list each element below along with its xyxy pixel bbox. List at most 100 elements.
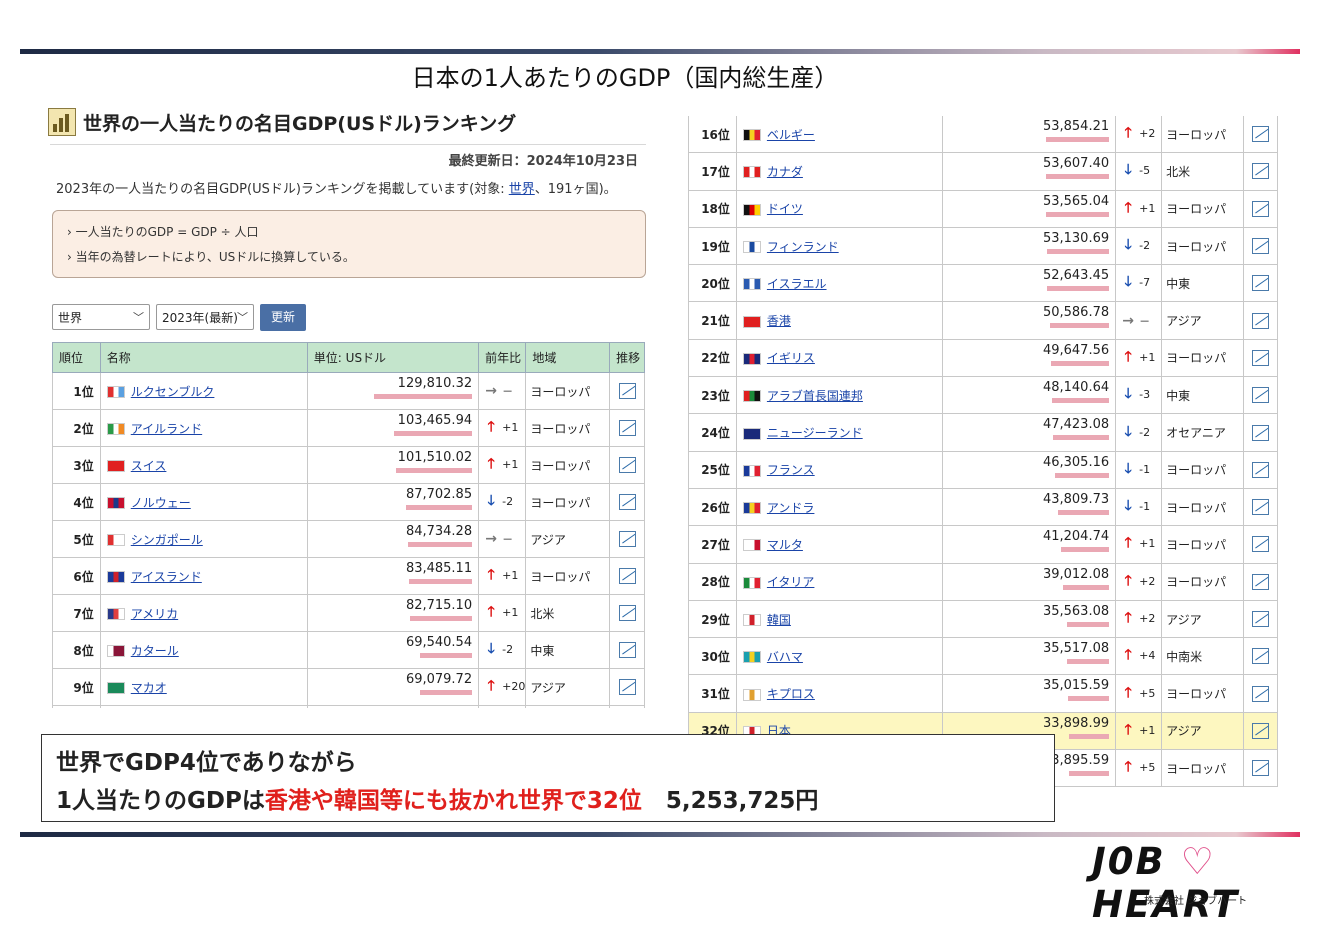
- gdp-value: 48,140.64: [1042, 380, 1110, 396]
- country-link[interactable]: フランス: [767, 463, 815, 477]
- line-chart-icon[interactable]: [1252, 760, 1270, 777]
- line-chart-icon[interactable]: [618, 605, 636, 621]
- rank-cell: 31位: [688, 674, 737, 713]
- gdp-value: 69,540.54: [405, 635, 473, 650]
- country-link[interactable]: カナダ: [767, 165, 803, 179]
- line-chart-icon[interactable]: [618, 457, 636, 473]
- rank-change: -3: [1139, 388, 1151, 402]
- country-link[interactable]: アイルランド: [131, 422, 202, 436]
- region-cell: ヨーロッパ: [525, 705, 611, 708]
- country-link[interactable]: フィンランド: [767, 240, 839, 254]
- table-row: 31位 キプロス 35,015.59 🡑 +5 ヨーロッパ: [688, 674, 1278, 713]
- line-chart-icon[interactable]: [1252, 499, 1270, 516]
- trend-cell: [1243, 525, 1278, 564]
- table-row: 25位 フランス 46,305.16 🡓 -1 ヨーロッパ: [688, 451, 1278, 489]
- country-link[interactable]: 韓国: [767, 613, 791, 627]
- country-link[interactable]: マカオ: [131, 681, 167, 695]
- line-chart-icon[interactable]: [618, 568, 636, 584]
- region-cell: 中東: [1161, 376, 1245, 415]
- value-bar: [1067, 659, 1110, 665]
- flag-icon: [742, 390, 761, 403]
- country-link[interactable]: イタリア: [767, 575, 815, 589]
- header-rank[interactable]: 順位: [52, 342, 101, 373]
- line-chart-icon[interactable]: [618, 494, 636, 510]
- country-link[interactable]: カタール: [131, 644, 179, 658]
- country-link[interactable]: スイス: [131, 459, 167, 473]
- line-chart-icon[interactable]: [618, 383, 636, 399]
- country-link[interactable]: シンガポール: [131, 533, 203, 547]
- line-chart-icon[interactable]: [1252, 349, 1270, 366]
- table-row: 18位 ドイツ 53,565.04 🡑 +1 ヨーロッパ: [688, 190, 1278, 228]
- country-link[interactable]: ドイツ: [767, 202, 803, 216]
- country-link[interactable]: アンドラ: [767, 501, 815, 515]
- gdp-value: 53,565.04: [1042, 193, 1110, 209]
- country-link[interactable]: マルタ: [767, 538, 803, 552]
- world-link[interactable]: 世界: [509, 182, 535, 197]
- line-chart-icon[interactable]: [618, 420, 636, 436]
- region-cell: 北米: [1161, 152, 1245, 191]
- header-region[interactable]: 地域: [525, 342, 611, 373]
- trend-cell: [1243, 451, 1278, 489]
- line-chart-icon[interactable]: [1252, 461, 1270, 478]
- line-chart-icon[interactable]: [1252, 238, 1270, 255]
- country-link[interactable]: アラブ首長国連邦: [767, 389, 863, 403]
- line-chart-icon[interactable]: [1252, 573, 1270, 590]
- line-chart-icon[interactable]: [1252, 424, 1270, 441]
- table-row: 29位 韓国 35,563.08 🡑 +2 アジア: [688, 600, 1278, 639]
- country-link[interactable]: イギリス: [767, 351, 815, 365]
- arrow-down-icon: 🡓: [1124, 498, 1132, 515]
- line-chart-icon[interactable]: [1252, 200, 1270, 217]
- line-chart-icon[interactable]: [618, 642, 636, 658]
- value-bar: [394, 431, 473, 436]
- line-chart-icon[interactable]: [1252, 722, 1270, 739]
- arrow-down-icon: 🡓: [1124, 386, 1132, 403]
- country-link[interactable]: アイスランド: [131, 570, 202, 584]
- region-select[interactable]: 世界 ﹀: [52, 304, 150, 330]
- desc-text-pre: 2023年の一人当たりの名目GDP(USドル)ランキングを掲載しています(対象:: [56, 182, 509, 197]
- trend-cell: [1243, 674, 1278, 713]
- year-select[interactable]: 2023年(最新) ﹀: [156, 304, 254, 330]
- trend-cell: [1243, 264, 1278, 303]
- line-chart-icon[interactable]: [1252, 387, 1270, 404]
- country-link[interactable]: 香港: [767, 314, 791, 328]
- rank-change: +4: [1139, 649, 1156, 663]
- line-chart-icon[interactable]: [1252, 275, 1270, 292]
- line-chart-icon[interactable]: [1252, 611, 1270, 627]
- change-cell: 🡑 +5: [1115, 674, 1163, 713]
- line-chart-icon[interactable]: [1252, 536, 1270, 553]
- header-value[interactable]: 単位: USドル: [306, 342, 480, 373]
- country-link[interactable]: ニュージーランド: [767, 426, 863, 440]
- country-link[interactable]: ルクセンブルク: [131, 385, 215, 399]
- value-bar: [1069, 733, 1110, 739]
- header-change[interactable]: 前年比: [478, 342, 527, 373]
- gdp-value: 82,715.10: [405, 598, 473, 613]
- line-chart-icon[interactable]: [1252, 163, 1270, 180]
- line-chart-icon[interactable]: [1252, 685, 1270, 702]
- header-name[interactable]: 名称: [99, 342, 308, 373]
- value-cell: 35,563.08: [942, 600, 1117, 639]
- gdp-value: 43,809.73: [1042, 491, 1110, 507]
- country-link[interactable]: バハマ: [767, 650, 803, 664]
- country-link[interactable]: ノルウェー: [131, 496, 191, 510]
- line-chart-icon[interactable]: [1252, 312, 1270, 329]
- line-chart-icon[interactable]: [618, 531, 636, 547]
- gdp-value: 35,015.59: [1042, 678, 1110, 694]
- line-chart-icon[interactable]: [1252, 126, 1270, 143]
- country-link[interactable]: ベルギー: [767, 128, 815, 142]
- rank-change: -1: [1139, 462, 1151, 476]
- value-bar: [419, 690, 473, 695]
- update-button[interactable]: 更新: [260, 304, 306, 331]
- trend-cell: [609, 520, 645, 558]
- country-link[interactable]: キプロス: [767, 687, 815, 701]
- value-cell: 47,423.08: [942, 413, 1117, 452]
- change-cell: 🡑 +1: [1115, 525, 1163, 564]
- arrow-up-icon: 🡑: [487, 456, 495, 472]
- chevron-down-icon: ﹀: [133, 311, 144, 324]
- formula-note: › 一人当たりのGDP = GDP ÷ 人口 › 当年の為替レートにより、USド…: [52, 210, 646, 278]
- line-chart-icon[interactable]: [1252, 648, 1270, 665]
- country-link[interactable]: イスラエル: [767, 277, 827, 291]
- country-link[interactable]: アメリカ: [131, 607, 178, 621]
- line-chart-icon[interactable]: [618, 679, 636, 695]
- arrow-up-icon: 🡑: [1124, 610, 1132, 626]
- rank-cell: 24位: [688, 413, 737, 452]
